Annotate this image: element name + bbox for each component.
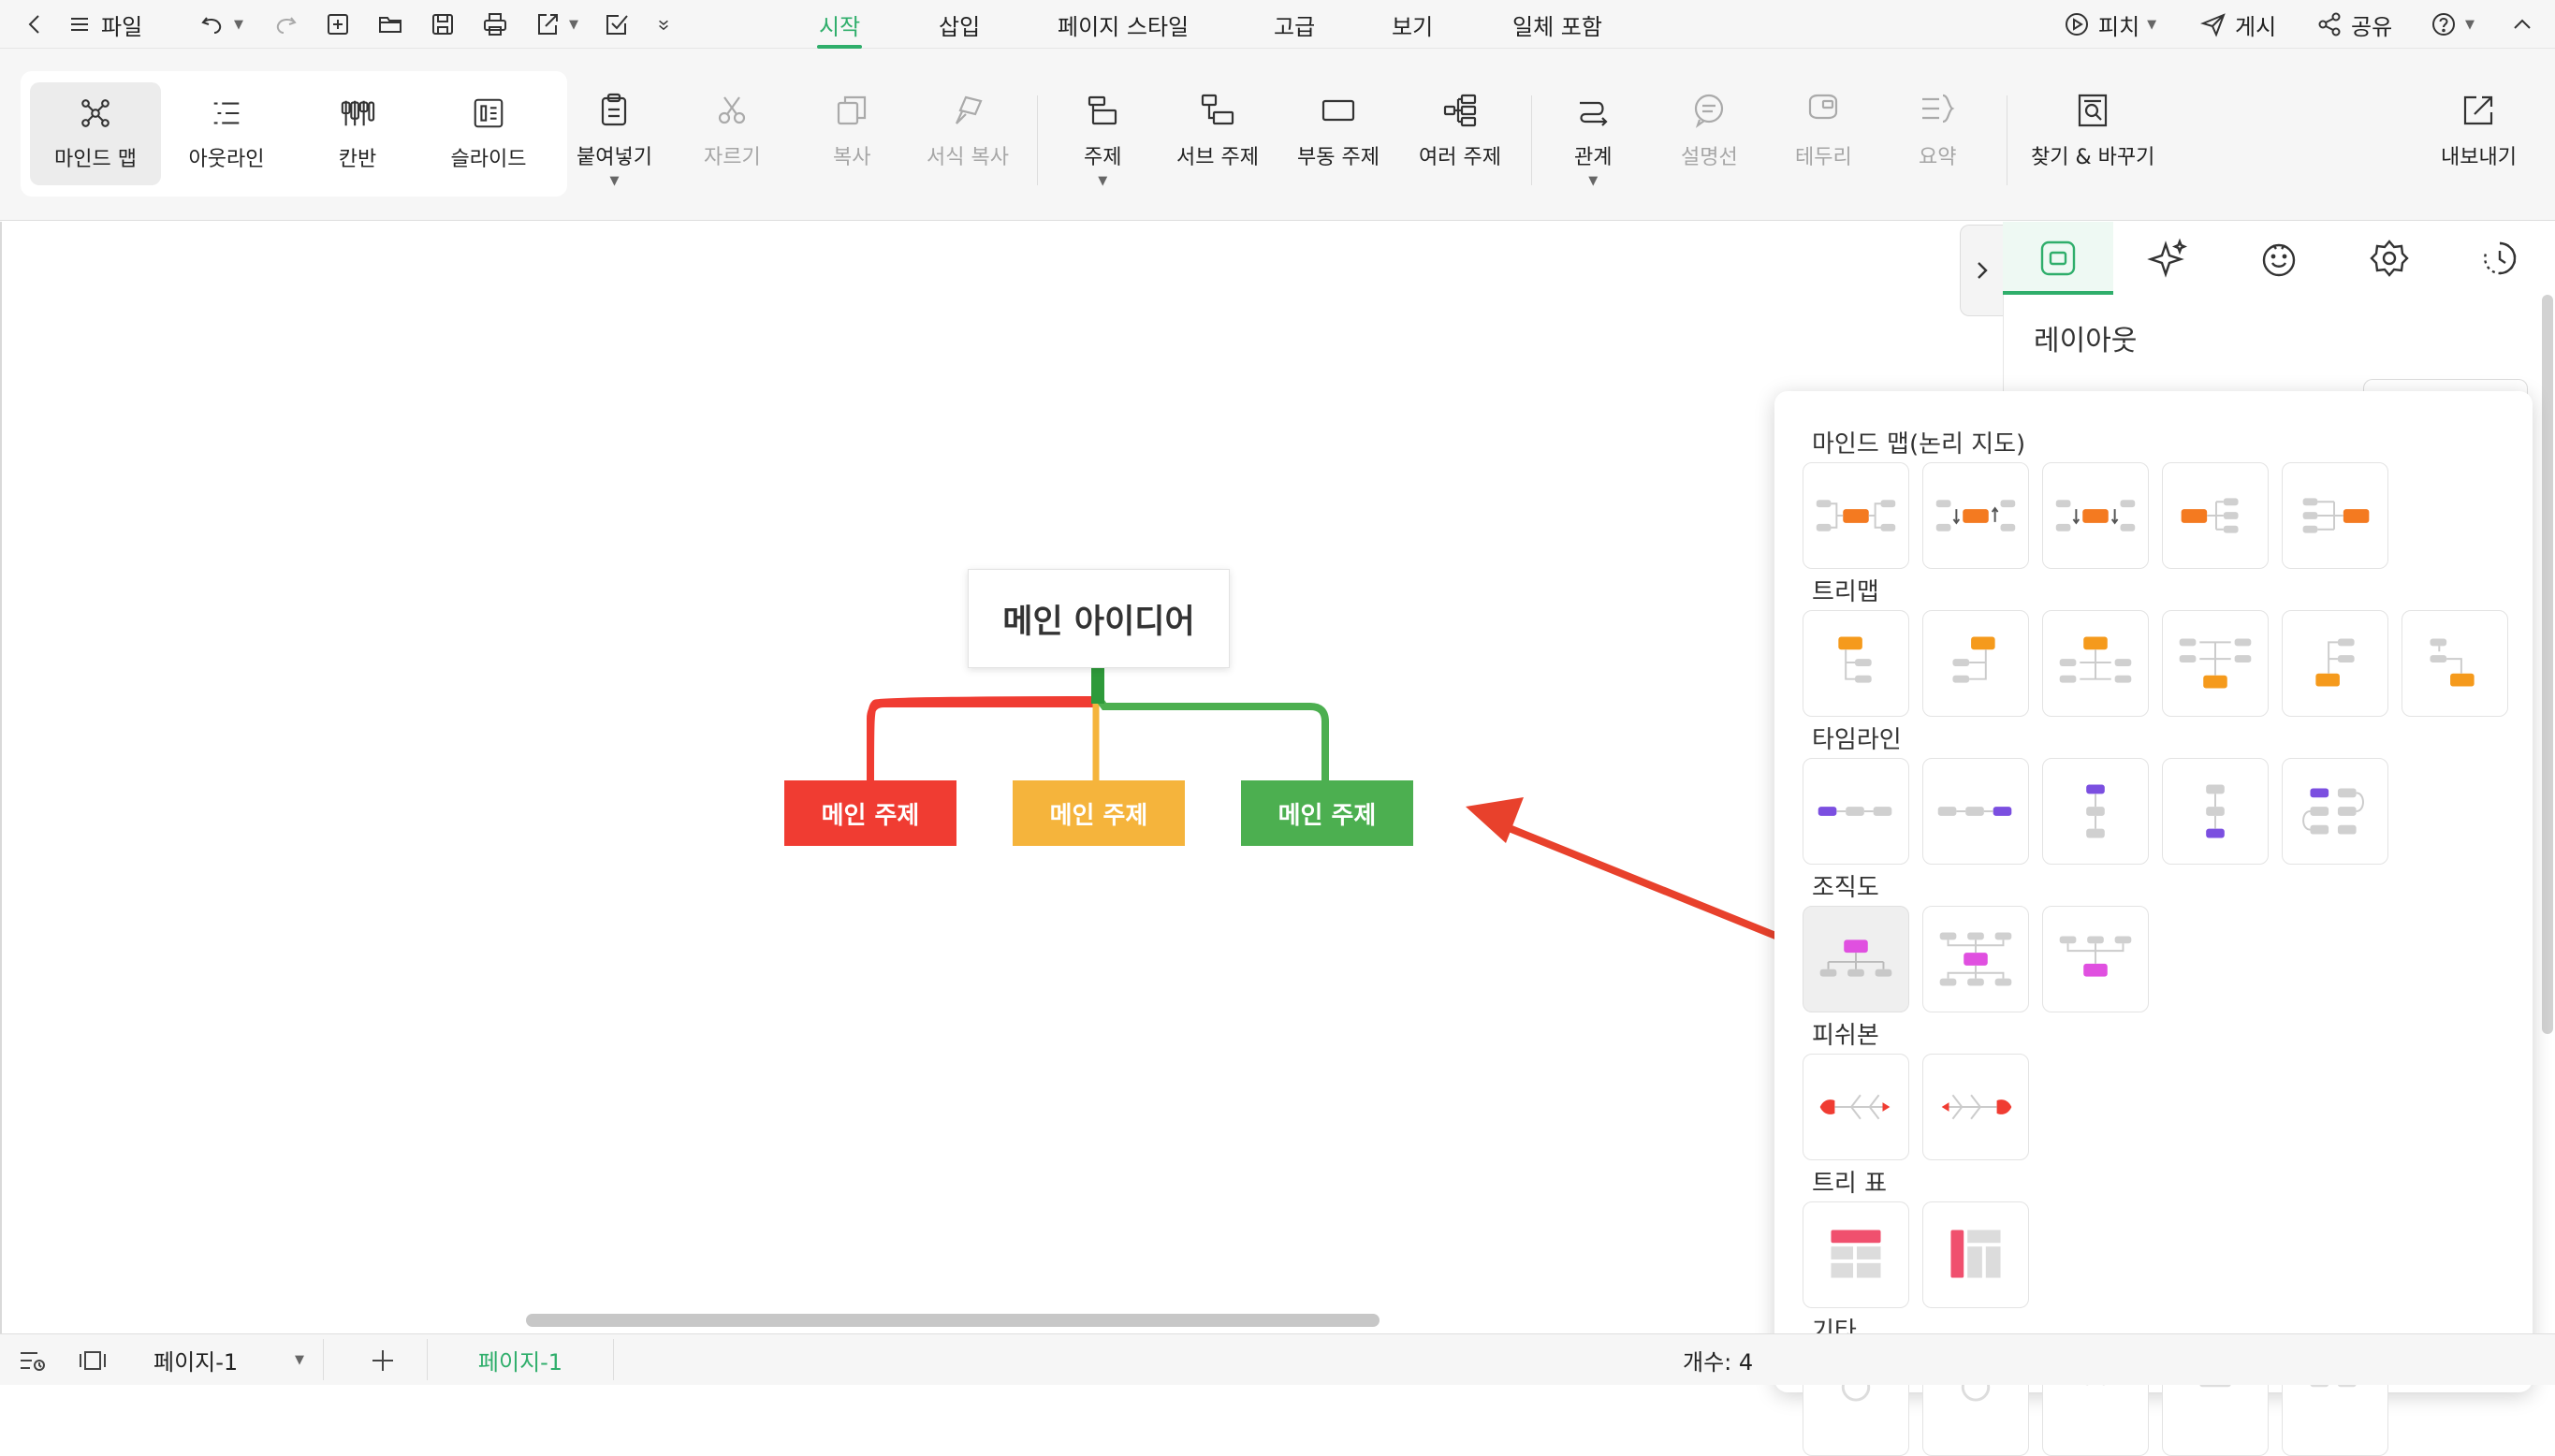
layout-tile-mindmap-3[interactable] bbox=[2042, 462, 2149, 569]
connector-red-branch bbox=[867, 668, 1100, 780]
pages-icon bbox=[80, 1350, 106, 1370]
page-tab-active[interactable]: 페이지-1 bbox=[427, 1339, 614, 1380]
page-tab-label: 페이지-1 bbox=[477, 1348, 563, 1376]
emoji-icon bbox=[2262, 243, 2296, 277]
plus-icon bbox=[372, 1349, 393, 1371]
layout-tile-mindmap-1[interactable] bbox=[1803, 462, 1909, 569]
outline-panel-button[interactable] bbox=[17, 1334, 49, 1386]
topic-label: 메인 주제 bbox=[1049, 801, 1148, 830]
layout-tile-tree-4[interactable] bbox=[2162, 610, 2269, 717]
layout-tile-mindmap-4[interactable] bbox=[2162, 462, 2269, 569]
main-topic-node-yellow[interactable]: 메인 주제 bbox=[1013, 780, 1185, 846]
connector-red bbox=[867, 696, 1100, 784]
layout-tile-fishbone-2[interactable] bbox=[1922, 1054, 2029, 1160]
layout-tile-timeline-3[interactable] bbox=[2042, 758, 2149, 865]
category-label: 타임라인 bbox=[1812, 726, 1902, 754]
tab-ai-style[interactable] bbox=[2113, 222, 2224, 295]
layout-tile-tree-5[interactable] bbox=[2282, 610, 2388, 717]
layout-tile-timeline-5[interactable] bbox=[2282, 758, 2388, 865]
topic-count: 개수: 4 bbox=[1683, 1334, 1753, 1386]
layout-icon bbox=[2040, 240, 2076, 276]
main-topic-node-green[interactable]: 메인 주제 bbox=[1241, 780, 1413, 846]
connector-green bbox=[1096, 668, 1329, 780]
category-label: 조직도 bbox=[1812, 874, 1879, 902]
main-idea-label: 메인 아이디어 bbox=[1002, 603, 1195, 641]
horizontal-scrollbar[interactable] bbox=[526, 1314, 1380, 1327]
panel-title: 레이아웃 bbox=[2034, 325, 2138, 357]
layout-tile-tree-3[interactable] bbox=[2042, 610, 2149, 717]
layout-tile-mindmap-2[interactable] bbox=[1922, 462, 2029, 569]
category-label: 피쉬본 bbox=[1812, 1022, 1879, 1050]
category-label: 마인드 맵(논리 지도) bbox=[1812, 430, 2026, 459]
status-bar: 페이지-1 ▼ 페이지-1 개수: 4 bbox=[0, 1333, 2555, 1385]
category-label: 트리 표 bbox=[1812, 1170, 1888, 1198]
connector-stem bbox=[1091, 668, 1104, 704]
layout-tile-treetable-2[interactable] bbox=[1922, 1201, 2029, 1308]
main-topic-node-red[interactable]: 메인 주제 bbox=[784, 780, 956, 846]
clock-icon bbox=[2484, 241, 2517, 275]
layout-popup: 마인드 맵(논리 지도) 트리맵 타임라인 조직도 피쉬본 트리 표 기타 bbox=[1774, 391, 2533, 1456]
panel-scrollbar[interactable] bbox=[2542, 295, 2553, 1034]
layout-tile-fishbone-1[interactable] bbox=[1803, 1054, 1909, 1160]
topic-label: 메인 주제 bbox=[821, 801, 920, 830]
layout-tile-tree-6[interactable] bbox=[2402, 610, 2508, 717]
topic-label: 메인 주제 bbox=[1278, 801, 1377, 830]
layout-tile-treetable-1[interactable] bbox=[1803, 1201, 1909, 1308]
side-panel-tabs bbox=[2003, 222, 2555, 295]
tab-emoji[interactable] bbox=[2224, 222, 2334, 295]
tab-history[interactable] bbox=[2445, 222, 2555, 295]
sparkle-icon bbox=[2147, 238, 2188, 278]
chevron-down-icon: ▼ bbox=[295, 1352, 304, 1367]
tab-badge[interactable] bbox=[2334, 222, 2445, 295]
badge-icon bbox=[2370, 240, 2409, 277]
add-page-button[interactable] bbox=[367, 1334, 399, 1386]
layout-tile-tree-1[interactable] bbox=[1803, 610, 1909, 717]
layout-tile-mindmap-5[interactable] bbox=[2282, 462, 2388, 569]
layout-tile-org-1[interactable] bbox=[1803, 906, 1909, 1012]
chevron-right-icon bbox=[1977, 262, 1988, 279]
category-label: 트리맵 bbox=[1812, 578, 1879, 606]
collapse-panel-button[interactable] bbox=[1960, 225, 2003, 316]
topic-count-label: 개수: 4 bbox=[1683, 1349, 1754, 1376]
layout-tile-timeline-1[interactable] bbox=[1803, 758, 1909, 865]
page-select-label: 페이지-1 bbox=[153, 1348, 239, 1376]
layout-tile-tree-2[interactable] bbox=[1922, 610, 2029, 717]
tab-layout[interactable] bbox=[2003, 222, 2113, 295]
page-panel-button[interactable] bbox=[77, 1334, 109, 1386]
page-select[interactable]: 페이지-1 ▼ bbox=[133, 1339, 324, 1380]
list-view-icon bbox=[21, 1351, 45, 1371]
layout-tile-org-2[interactable] bbox=[1922, 906, 2029, 1012]
layout-tile-org-3[interactable] bbox=[2042, 906, 2149, 1012]
layout-tile-timeline-2[interactable] bbox=[1922, 758, 2029, 865]
pointer-arrow bbox=[1466, 797, 1803, 949]
main-idea-node[interactable]: 메인 아이디어 bbox=[968, 569, 1230, 668]
layout-tile-timeline-4[interactable] bbox=[2162, 758, 2269, 865]
